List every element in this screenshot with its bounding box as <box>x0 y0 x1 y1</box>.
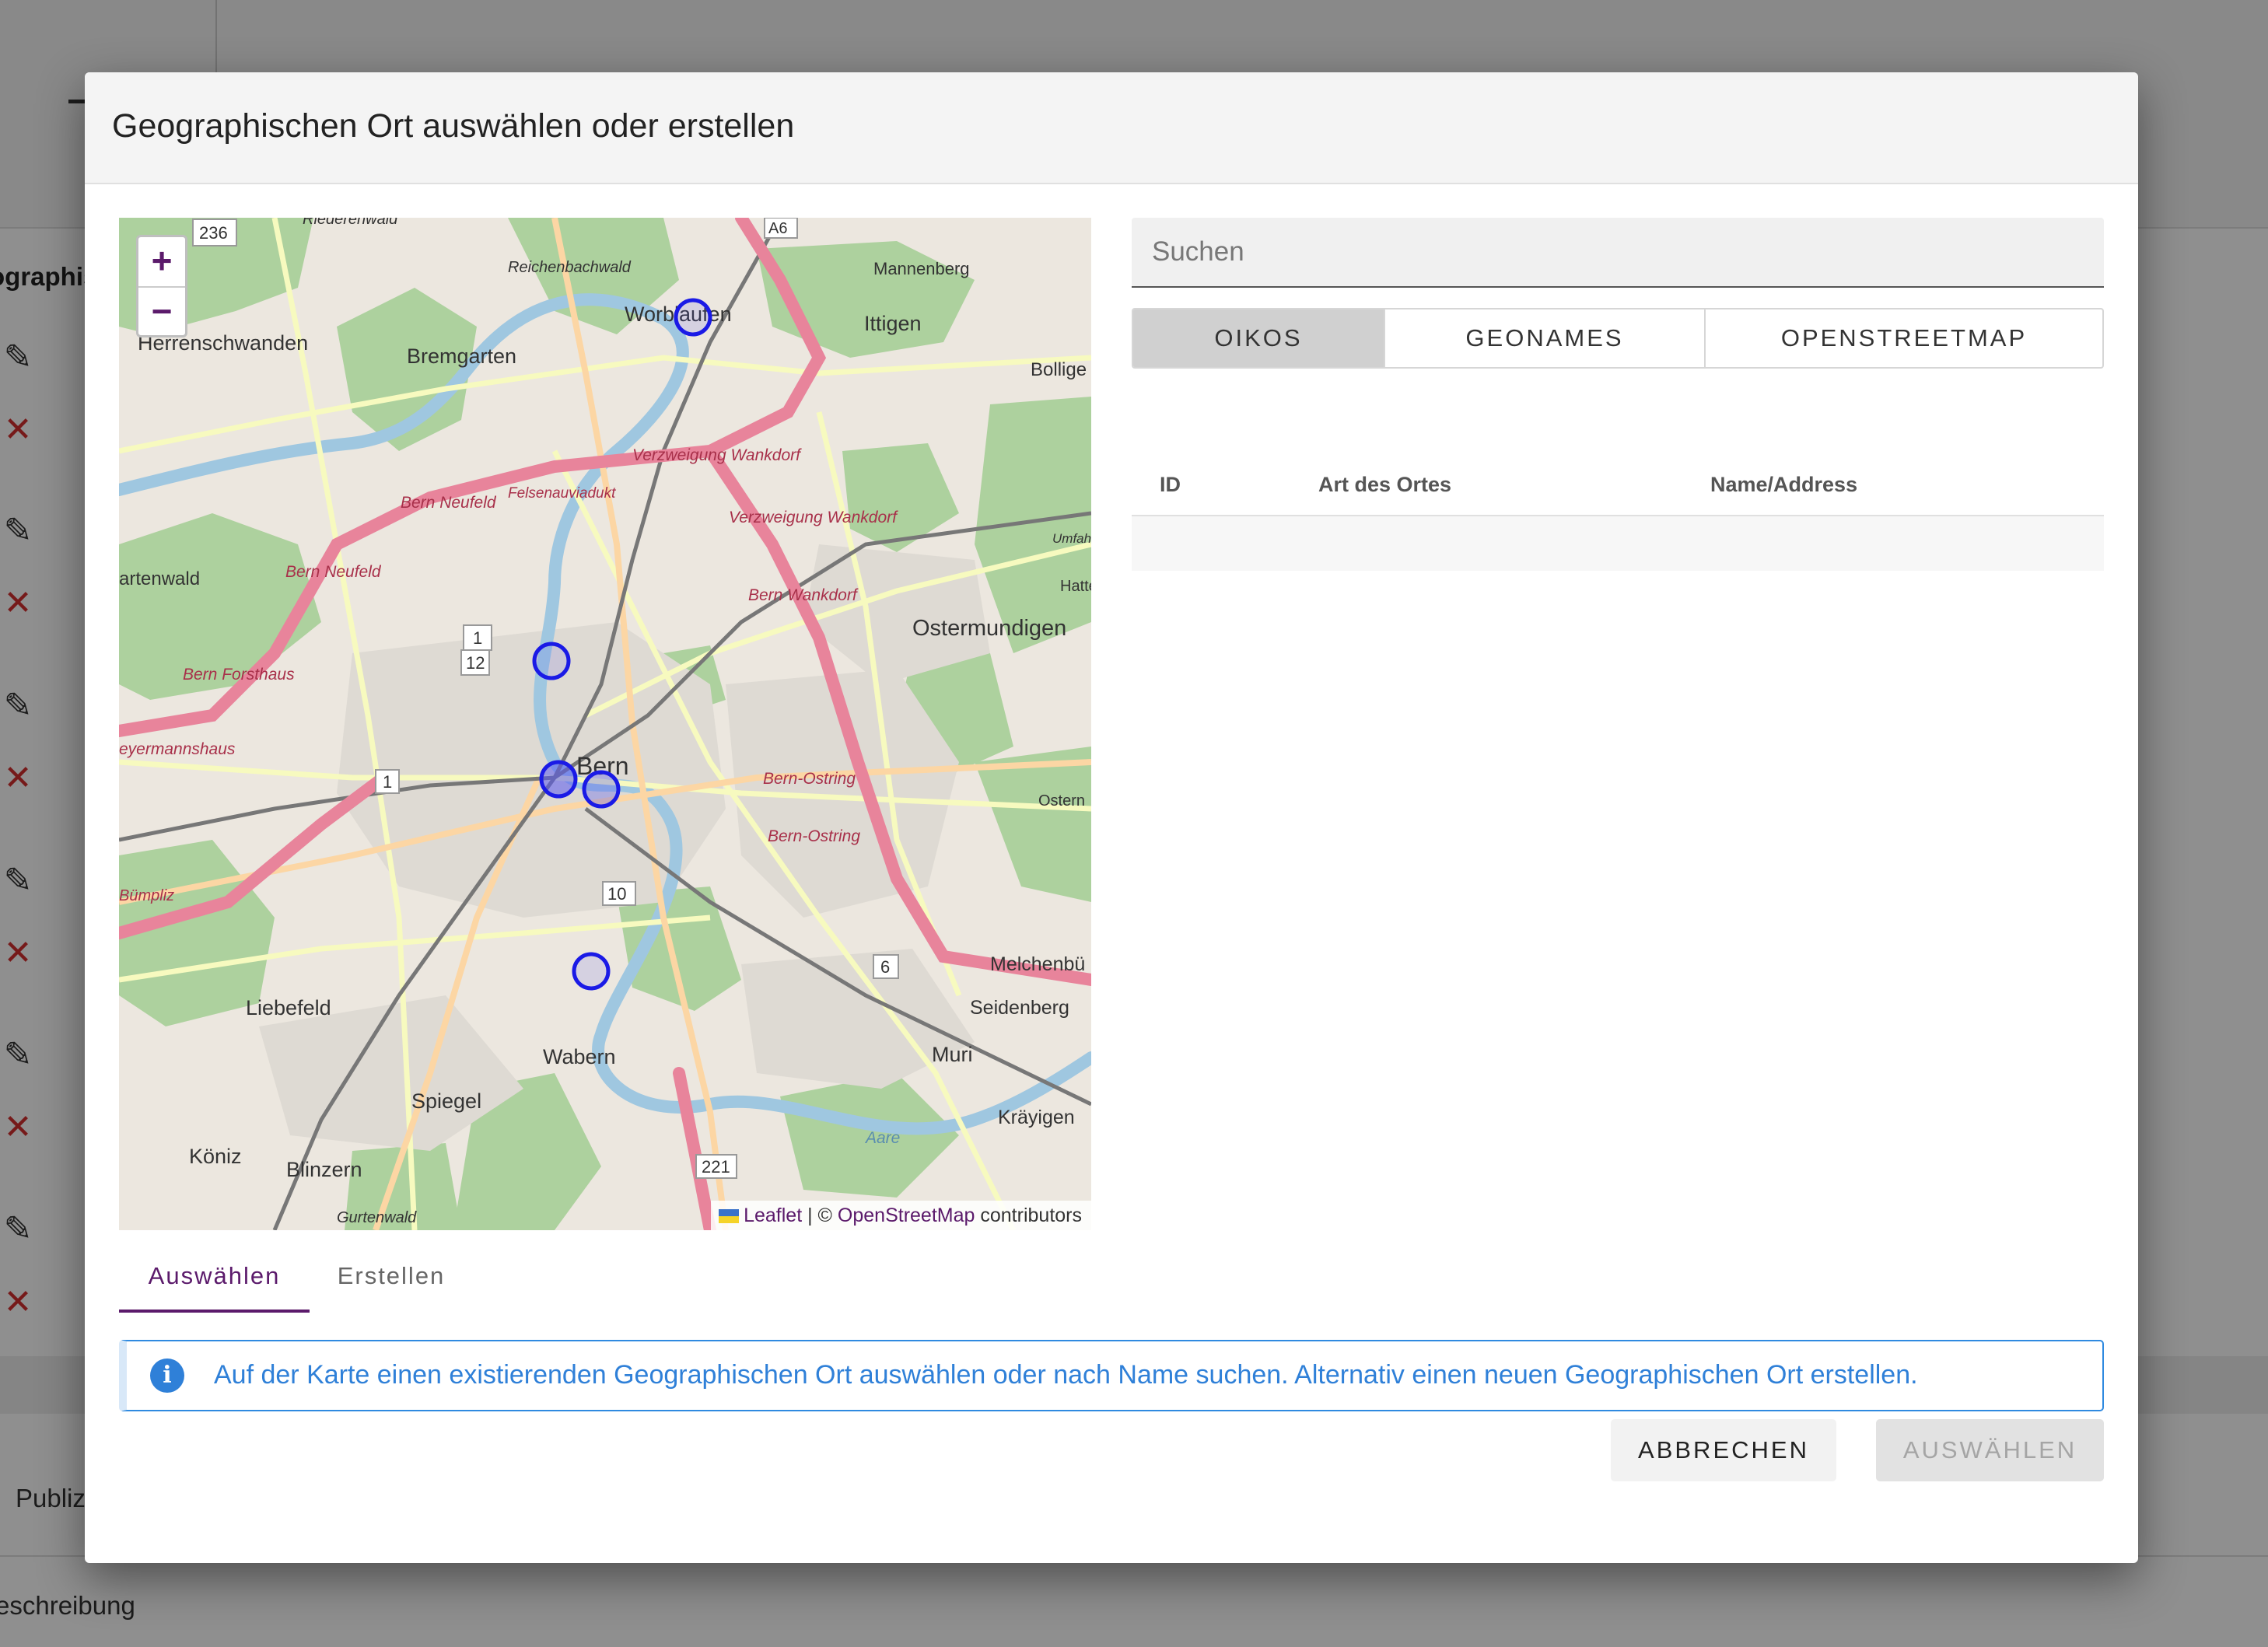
place-marker <box>582 770 621 809</box>
dialog-title: Geographischen Ort auswählen oder erstel… <box>112 107 795 145</box>
road-label: Umfahrung <box>1052 531 1091 546</box>
search-input[interactable] <box>1132 218 2104 286</box>
road-label: Bern-Ostring <box>768 827 860 845</box>
place-label: Spiegel <box>411 1089 481 1113</box>
place-marker <box>539 760 578 799</box>
leaflet-link[interactable]: Leaflet <box>744 1205 802 1226</box>
route-label: 236 <box>199 223 228 243</box>
attribution-contributors: contributors <box>980 1205 1082 1226</box>
place-picker-dialog: Geographischen Ort auswählen oder erstel… <box>85 72 2138 1563</box>
place-label: Seidenberg <box>970 997 1069 1019</box>
route-label: 1 <box>383 772 392 792</box>
place-label: Muri <box>932 1043 973 1066</box>
dialog-header: Geographischen Ort auswählen oder erstel… <box>85 72 2138 184</box>
ukraine-flag-icon <box>719 1209 740 1223</box>
place-label: Hatte <box>1060 578 1091 595</box>
road-label: eyermannshaus <box>119 740 236 758</box>
table-empty-row <box>1132 516 2104 571</box>
route-label: 221 <box>702 1157 730 1177</box>
road-label: Aare <box>864 1129 900 1147</box>
place-label: Köniz <box>189 1145 242 1168</box>
zoom-in-button[interactable]: + <box>138 237 185 288</box>
zoom-control: + − <box>136 235 187 337</box>
place-label: Reichenbachwald <box>508 259 632 276</box>
road-label: Verzweigung Wankdorf <box>632 446 802 464</box>
place-label: Wabern <box>543 1045 616 1068</box>
place-label: Ittigen <box>864 312 922 335</box>
place-label: Bollige <box>1031 359 1087 380</box>
column-header-name-address[interactable]: Name/Address <box>1682 455 2104 516</box>
info-icon: i <box>150 1359 184 1393</box>
route-label: 1 <box>473 628 482 648</box>
place-label: Ostermundigen <box>912 616 1066 641</box>
route-label: 10 <box>607 884 626 904</box>
tab-select[interactable]: Auswählen <box>119 1250 310 1313</box>
route-label: 12 <box>466 653 485 673</box>
road-label: Bern Neufeld <box>285 563 382 581</box>
map-attribution: Leaflet | © OpenStreetMap contributors <box>711 1201 1091 1230</box>
route-label: A6 <box>768 220 787 237</box>
place-marker <box>572 952 611 991</box>
tab-geonames[interactable]: GEONAMES <box>1385 309 1706 367</box>
tab-openstreetmap[interactable]: OPENSTREETMAP <box>1706 309 2102 367</box>
results-table: ID Art des Ortes Name/Address <box>1132 455 2104 571</box>
openstreetmap-link[interactable]: OpenStreetMap <box>838 1205 975 1226</box>
source-tabs: OIKOS GEONAMES OPENSTREETMAP <box>1132 308 2104 369</box>
route-label: 6 <box>880 957 890 977</box>
cancel-button[interactable]: ABBRECHEN <box>1611 1419 1836 1481</box>
place-label: artenwald <box>119 568 200 589</box>
info-text: Auf der Karte einen existierenden Geogra… <box>214 1360 1918 1390</box>
select-button[interactable]: AUSWÄHLEN <box>1876 1419 2104 1481</box>
map[interactable]: 236 A6 1 12 1 10 6 221 Herrenschwanden B… <box>119 218 1091 1230</box>
place-label: Ostern <box>1038 792 1085 810</box>
tab-oikos[interactable]: OIKOS <box>1133 309 1385 367</box>
place-label: Gurtenwald <box>337 1209 417 1226</box>
road-label: Bern Forsthaus <box>183 666 295 684</box>
road-label: Bern-Ostring <box>763 770 856 788</box>
table-header-row: ID Art des Ortes Name/Address <box>1132 455 2104 516</box>
place-label: Riederenwald <box>303 218 398 228</box>
column-header-place-type[interactable]: Art des Ortes <box>1290 455 1682 516</box>
place-label: Blinzern <box>286 1158 362 1181</box>
place-label: Bremgarten <box>407 344 516 368</box>
road-label: Verzweigung Wankdorf <box>729 509 898 526</box>
tab-create[interactable]: Erstellen <box>310 1250 473 1313</box>
place-label: Kräyigen <box>998 1107 1075 1128</box>
place-marker <box>674 298 712 337</box>
road-label: Bern Neufeld <box>401 494 497 512</box>
road-label: Felsenauviadukt <box>508 485 616 502</box>
road-label: Bern Wankdorf <box>748 586 859 604</box>
place-label: Mannenberg <box>873 259 970 278</box>
zoom-out-button[interactable]: − <box>138 288 185 337</box>
column-header-id[interactable]: ID <box>1132 455 1290 516</box>
info-alert: i Auf der Karte einen existierenden Geog… <box>119 1340 2104 1411</box>
map-tiles[interactable]: 236 A6 1 12 1 10 6 221 Herrenschwanden B… <box>119 218 1091 1230</box>
place-label: Melchenbü <box>990 953 1085 975</box>
place-label: Bümpliz <box>119 887 174 904</box>
place-marker <box>532 642 571 680</box>
place-label: Liebefeld <box>246 996 331 1019</box>
attribution-separator: | © <box>807 1205 832 1226</box>
search-field <box>1132 218 2104 288</box>
